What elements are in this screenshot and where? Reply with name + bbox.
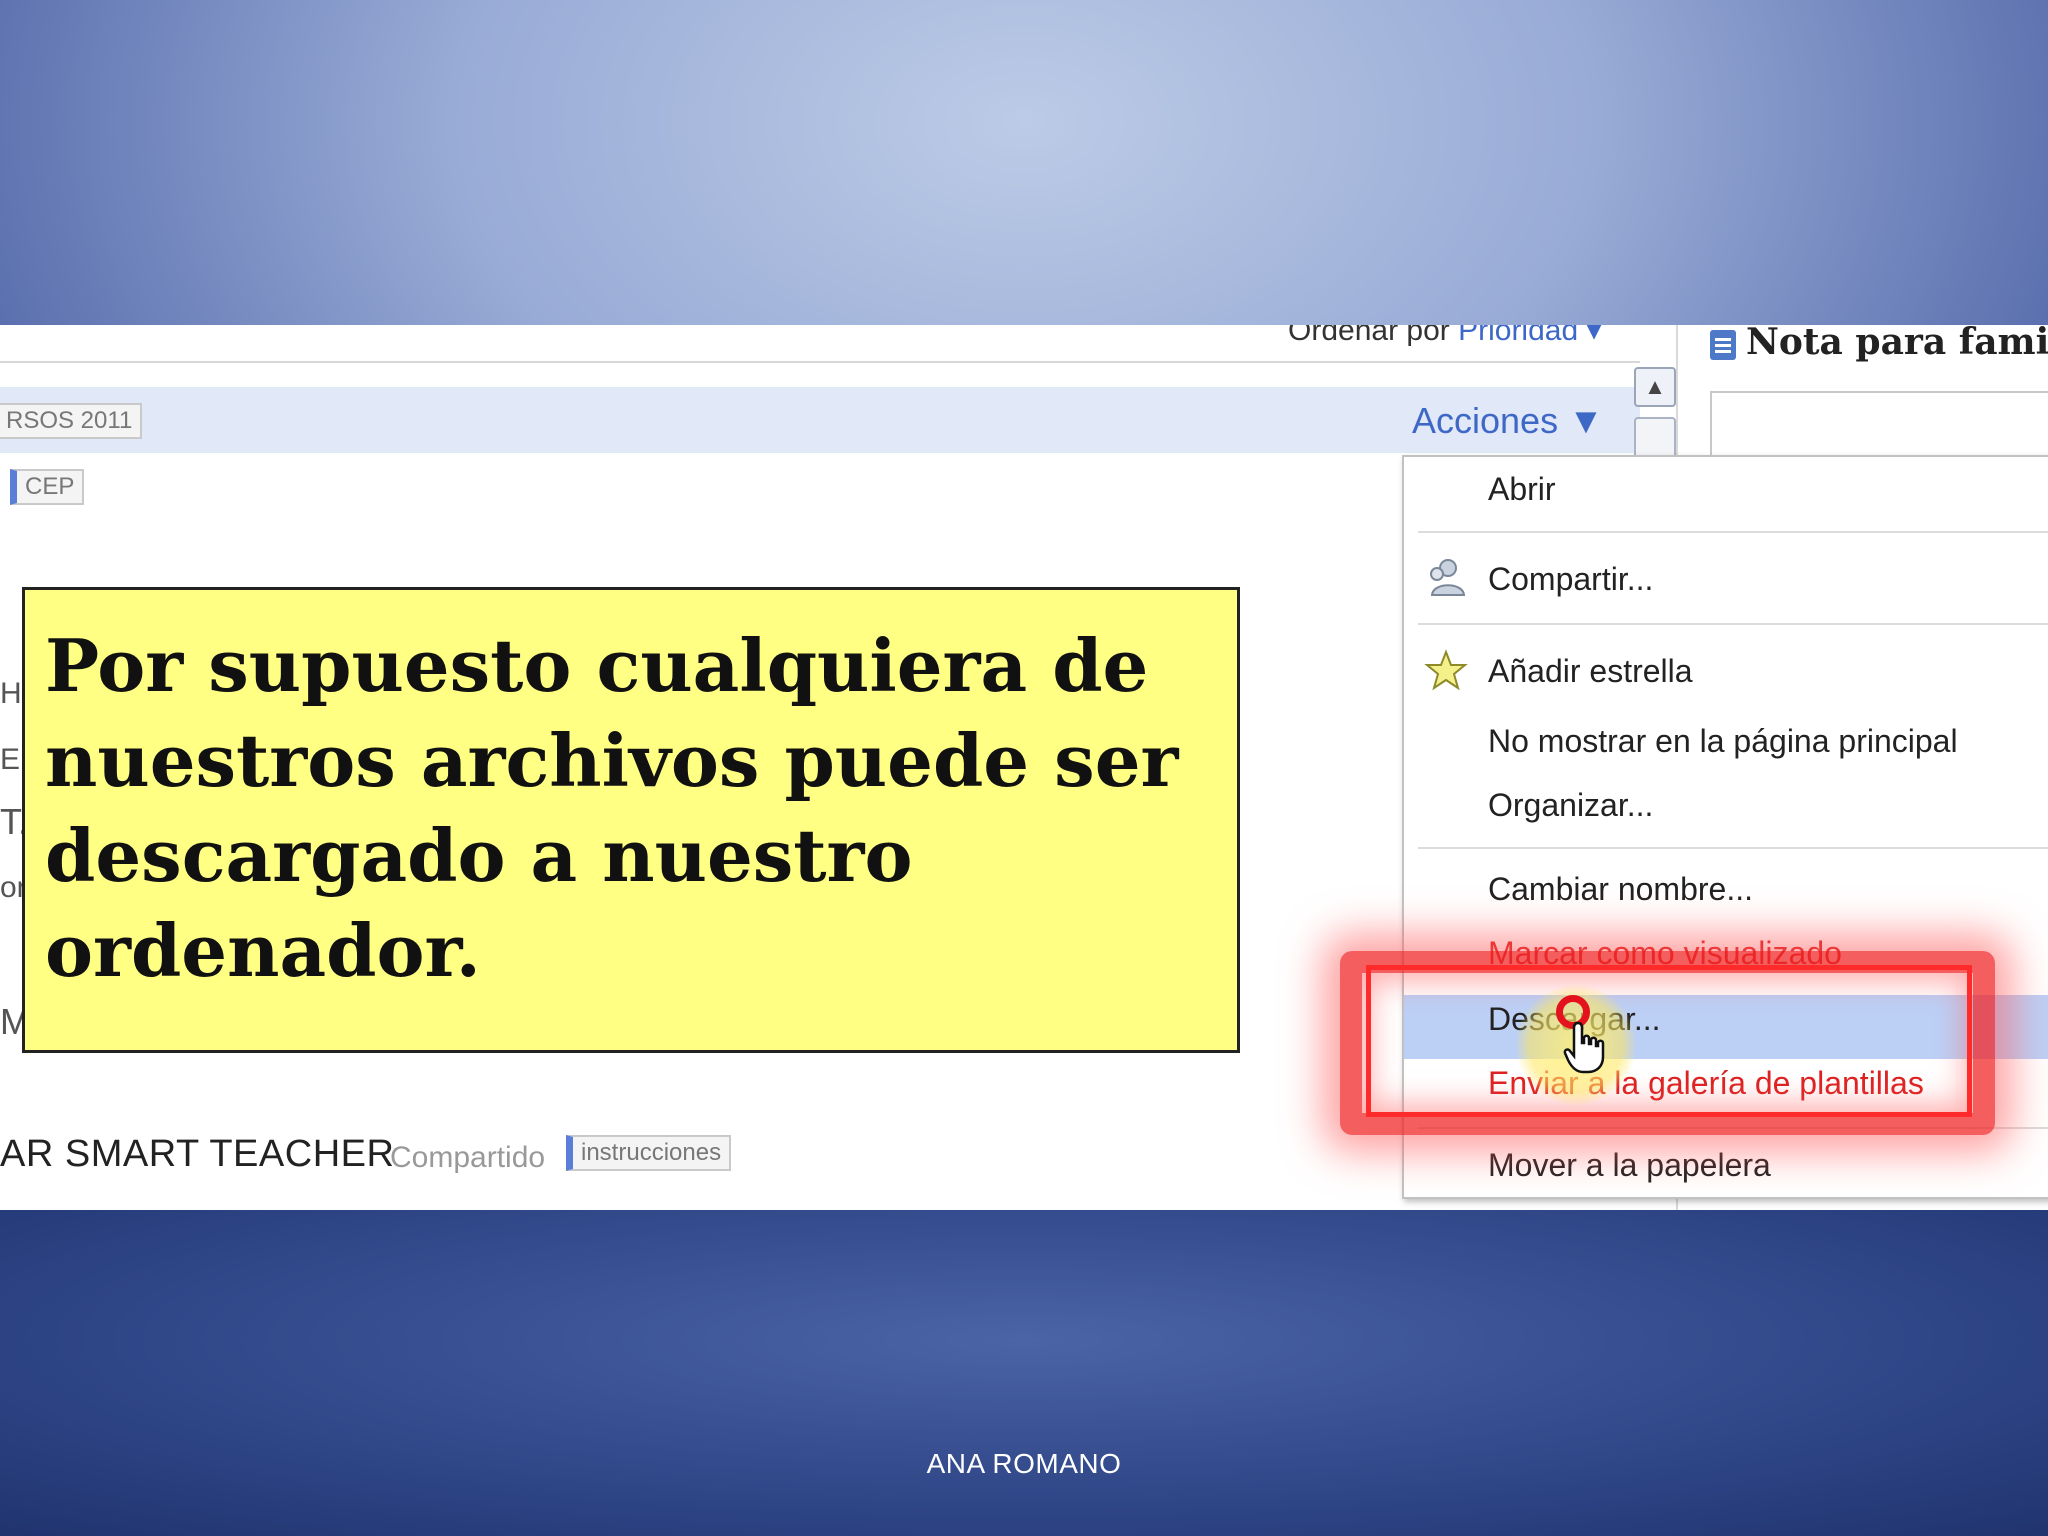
menu-item-abrir[interactable]: Abrir [1488,471,1556,508]
sort-control[interactable]: Ordenar por Prioridad ▾ [1288,325,1602,348]
menu-divider [1418,623,2048,625]
slide-bottom-band [0,1210,2048,1536]
folder-tag[interactable]: RSOS 2011 [0,403,143,439]
note-title: Nota para famili [1710,325,2048,363]
folder-header-bar [0,387,1640,453]
menu-item-rename[interactable]: Cambiar nombre... [1488,871,1753,908]
menu-item-trash[interactable]: Mover a la papelera [1488,1147,1771,1184]
menu-divider [1418,531,2048,533]
sort-value[interactable]: Prioridad ▾ [1458,325,1601,347]
menu-item-add-star[interactable]: Añadir estrella [1488,653,1693,690]
menu-divider [1418,847,2048,849]
actions-menu-button[interactable]: Acciones ▼ [1412,400,1604,442]
callout-text: Por supuesto cualquiera de nuestros arch… [45,623,1179,993]
document-icon [1710,330,1736,360]
menu-item-organize[interactable]: Organizar... [1488,787,1653,824]
scroll-up-arrow-icon[interactable]: ▲ [1634,367,1676,407]
file-name-link[interactable]: AR SMART TEACHER [0,1133,394,1176]
embedded-screenshot: Ordenar por Prioridad ▾ Nota para famili… [0,325,2048,1210]
slide-footer-author: ANA ROMANO [926,1448,1122,1479]
sort-label: Ordenar por [1288,325,1450,347]
instructions-tag[interactable]: instrucciones [566,1135,732,1171]
shared-status: Compartido [390,1141,546,1174]
hand-cursor-icon [1563,1021,1605,1074]
menu-item-compartir[interactable]: Compartir... [1488,561,1653,598]
star-icon [1424,649,1468,691]
share-people-icon [1430,559,1466,596]
cep-tag[interactable]: CEP [10,469,85,505]
menu-item-hide-home[interactable]: No mostrar en la página principal [1488,723,1958,760]
tutorial-callout: Por supuesto cualquiera de nuestros arch… [22,587,1240,1053]
divider [0,361,1640,363]
annotation-highlight-box [1366,965,1972,1117]
